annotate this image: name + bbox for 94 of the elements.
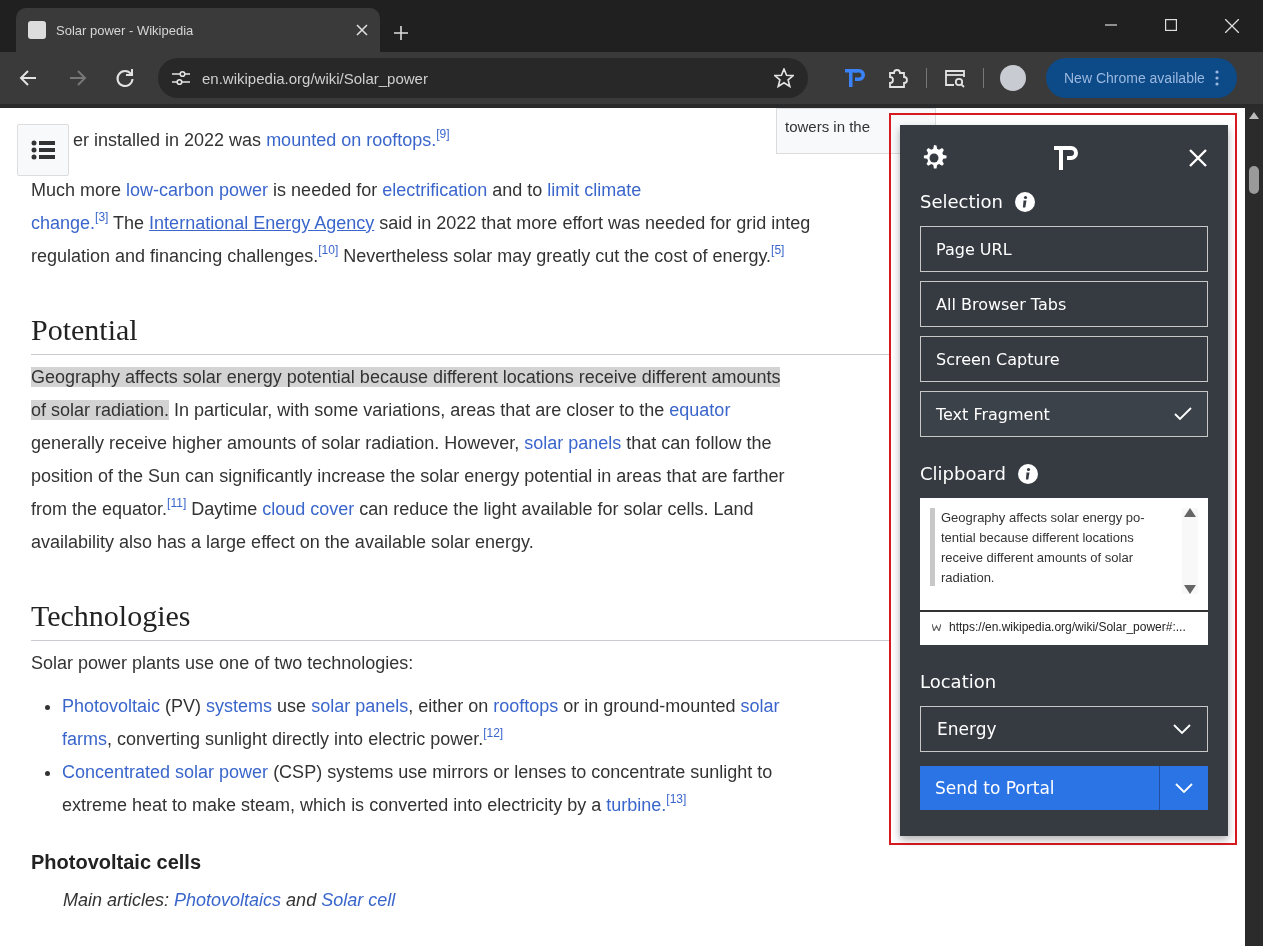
reference-link[interactable]: [12] [483,726,504,740]
profile-avatar[interactable] [1000,65,1026,91]
text-run: extreme heat to make steam, which is converted into electricity by a [62,795,603,815]
selection-option[interactable]: Text Fragment [920,391,1208,437]
text-run: Nevertheless solar may greatly cut the cost of energy. [342,246,772,266]
info-icon[interactable] [1018,463,1038,484]
text-run: can reduce the light available for solar cells. Land [358,499,754,519]
close-icon[interactable] [356,24,368,36]
chevron-down-icon [1175,783,1193,793]
section-heading: Technologies [31,598,891,641]
scrollbar[interactable] [1245,108,1263,946]
link[interactable]: electrification [382,180,488,200]
contents-button[interactable] [17,124,69,176]
text-run: Daytime [190,499,259,519]
browser-tab[interactable]: Solar power - Wikipedia [16,8,380,52]
checkmark-icon [1174,407,1192,421]
location-dropdown[interactable]: Energy [920,706,1208,752]
link[interactable]: solar panels [311,696,409,716]
link[interactable]: farms [62,729,107,749]
text-run: , converting sunlight directly into electric power. [107,729,484,749]
text-run: and to [491,180,544,200]
text-run: availability also has a large effect on the available solar energy. [31,532,534,552]
bullet-icon [45,705,50,710]
site-settings-icon[interactable] [172,70,190,86]
link[interactable]: low-carbon power [126,180,269,200]
link[interactable]: mounted on rooftops. [266,130,437,150]
text-run: that can follow the [625,433,772,453]
link[interactable]: solar panels [524,433,622,453]
link[interactable]: Solar cell [321,890,396,910]
text-run: use [276,696,308,716]
update-button[interactable]: New Chrome available [1046,58,1237,98]
send-options-button[interactable] [1159,766,1208,810]
reference-link[interactable]: [3] [95,210,109,224]
reference-link[interactable]: [9] [436,127,450,141]
selection-option[interactable]: All Browser Tabs [920,281,1208,327]
subsection-heading: Photovoltaic cells [31,850,203,875]
link[interactable]: equator [669,400,731,420]
section-label: Location [920,671,998,692]
reference-link[interactable]: [11] [167,496,187,510]
link[interactable]: cloud cover [262,499,355,519]
chevron-down-icon [1173,724,1191,734]
text-run: and [285,890,318,910]
star-icon[interactable] [774,68,794,88]
source-url[interactable]: https://en.wikipedia.org/wiki/Solar_power#:... [949,620,1186,634]
text-run: or in ground-mounted [562,696,737,716]
address-bar[interactable]: en.wikipedia.org/wiki/Solar_power [158,58,808,98]
up-arrow-icon [1184,508,1196,517]
favicon-icon [932,623,941,631]
more-icon [1214,70,1219,86]
new-tab-icon[interactable] [394,26,408,40]
down-arrow-icon [1184,585,1196,594]
link[interactable]: systems [206,696,273,716]
text-run: (CSP) systems use mirrors or lenses to concentrate sunlight to [272,762,773,782]
text-run: In particular, with some variations, areas that are closer to the [173,400,666,420]
scroll-thumb[interactable] [1249,166,1259,194]
text-run: position of the Sun can significantly increase the solar energy potential in areas that are farther [31,466,785,486]
text-run: , either on [408,696,490,716]
highlighted-text: of solar radiation. [31,400,170,420]
text-run: Much more [31,180,123,200]
text-run: regulation and financing challenges. [31,246,319,266]
link[interactable]: limit climate [547,180,642,200]
text-run: generally receive higher amounts of solar radiation. However, [31,433,521,453]
section-heading: Potential [31,312,891,355]
reference-link[interactable]: [10] [318,243,339,257]
section-label: Clipboard [920,463,1006,484]
text-run: said in 2022 that more effort was needed for grid integ [378,213,811,233]
link[interactable]: Concentrated solar power [62,762,269,782]
text-run: is needed for [272,180,379,200]
info-icon[interactable] [1014,191,1035,212]
text-run: er installed in 2022 was [73,130,263,150]
quote-text: Geography affects solar energy po-tential because different locations receive different amounts of solar radiation. [941,509,1146,587]
link[interactable]: International Energy Agency [149,213,375,233]
link[interactable]: Photovoltaic [62,696,161,716]
selection-option[interactable]: Screen Capture [920,336,1208,382]
bullet-icon [45,771,50,776]
link[interactable]: change. [31,213,96,233]
text-run: Solar power plants use one of two technologies: [31,653,414,673]
highlighted-text: Geography affects solar energy potential because different locations receive different amounts [31,367,781,387]
reference-link[interactable]: [5] [771,243,785,257]
link[interactable]: solar [740,696,780,716]
section-label: Selection [920,191,1003,212]
text-run: from the equator. [31,499,168,519]
link[interactable]: Photovoltaics [174,890,282,910]
selection-option[interactable]: Page URL [920,226,1208,272]
reference-link[interactable]: [13] [666,792,687,806]
text-run: The [112,213,146,233]
text-run: Main articles: [63,890,171,910]
scrollbar[interactable] [1182,508,1198,594]
list-icon [31,140,55,160]
link[interactable]: turbine. [606,795,667,815]
link[interactable]: rooftops [493,696,559,716]
text-run: (PV) [164,696,203,716]
favicon-icon [28,21,46,39]
send-button[interactable]: Send to Portal [920,766,1159,810]
